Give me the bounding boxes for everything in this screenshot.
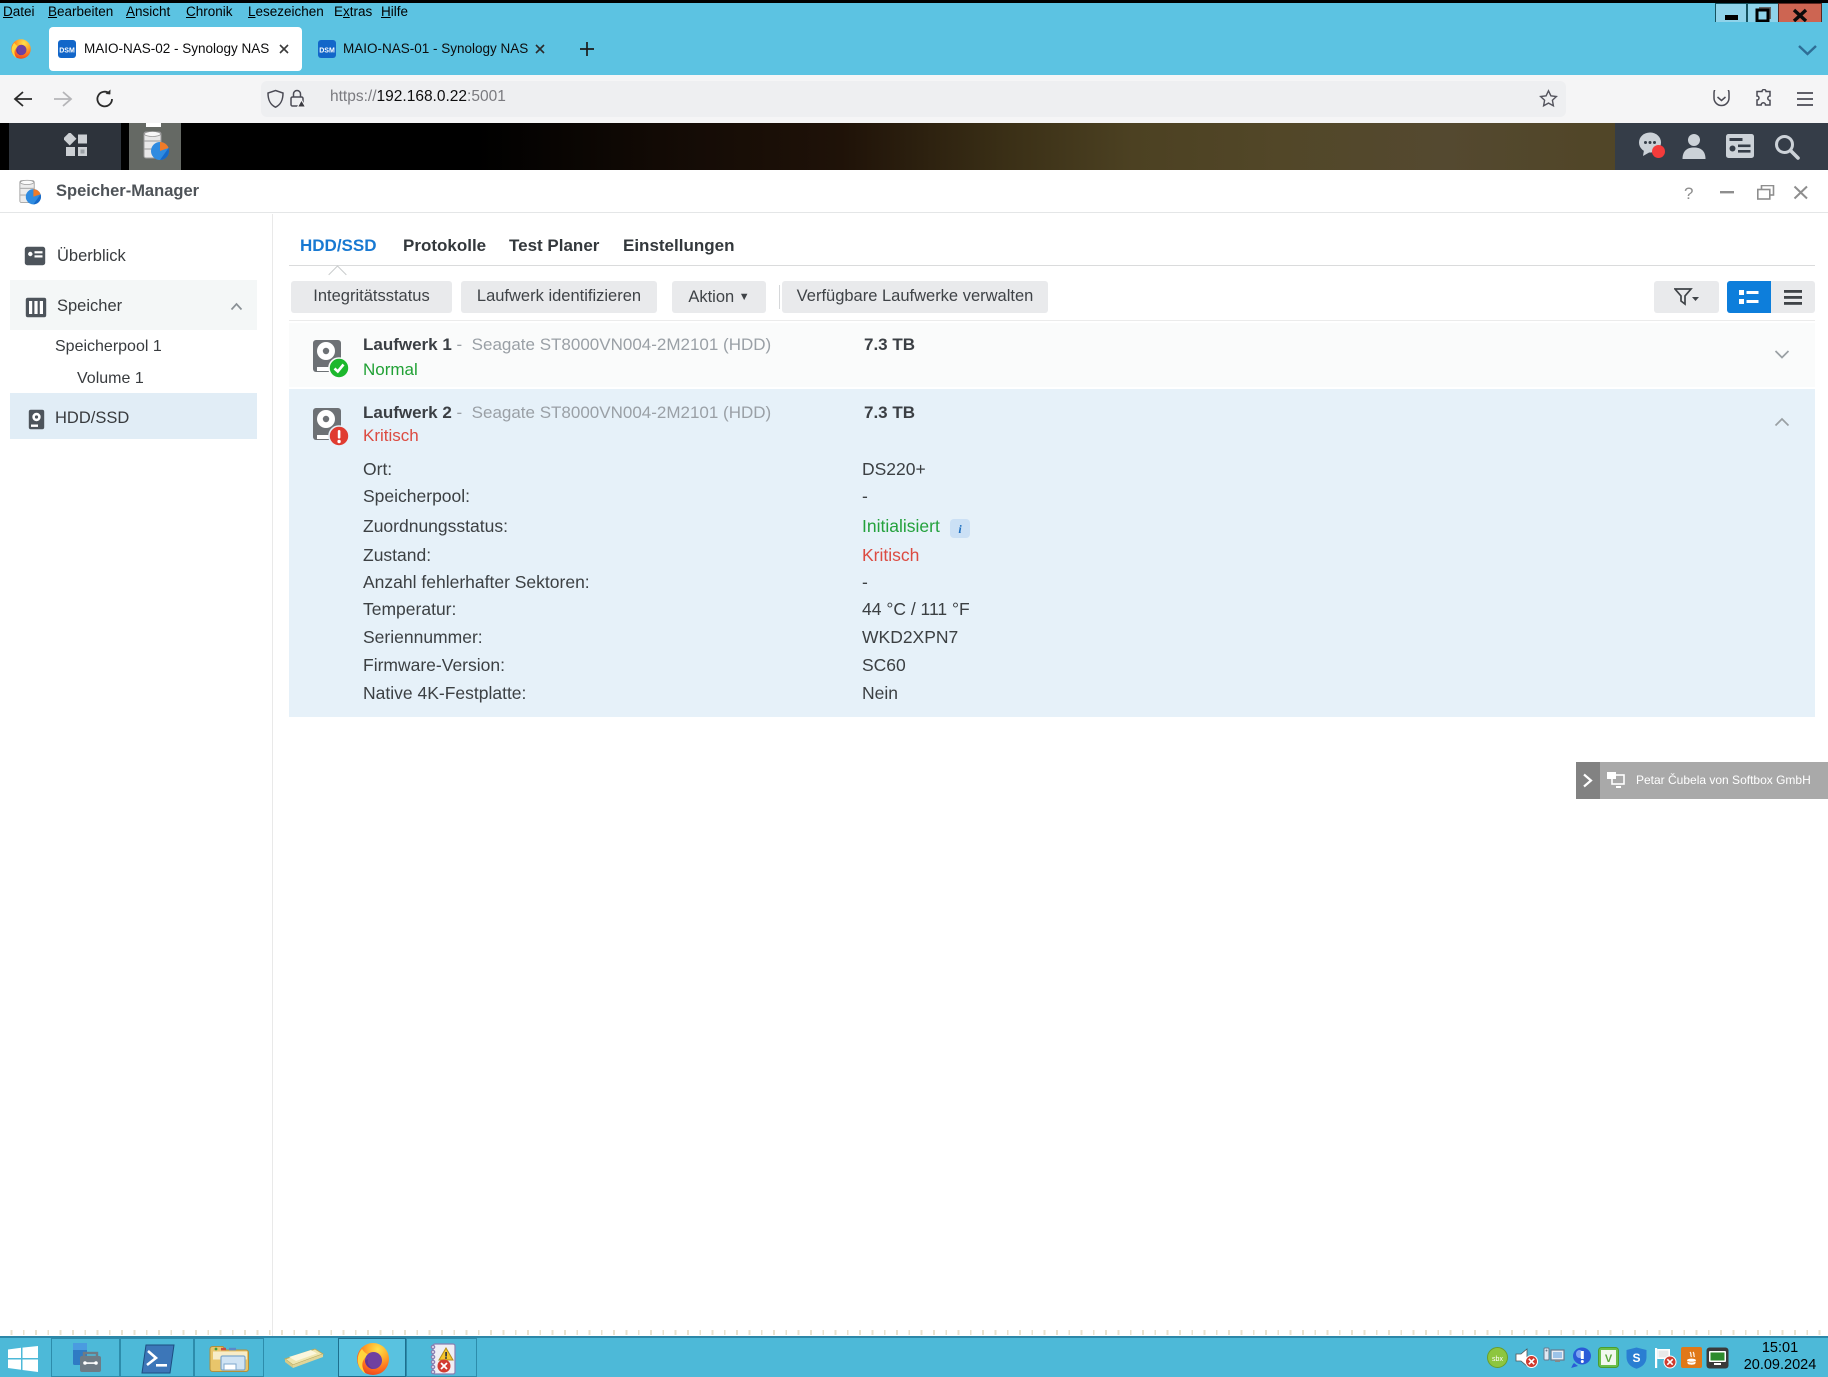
svg-text:sbx: sbx bbox=[1492, 1356, 1503, 1363]
svg-text:S: S bbox=[1632, 1351, 1640, 1365]
svg-text:DSM: DSM bbox=[319, 48, 335, 55]
svg-text:V: V bbox=[1605, 1353, 1613, 1365]
svg-text:DSM: DSM bbox=[59, 48, 75, 55]
